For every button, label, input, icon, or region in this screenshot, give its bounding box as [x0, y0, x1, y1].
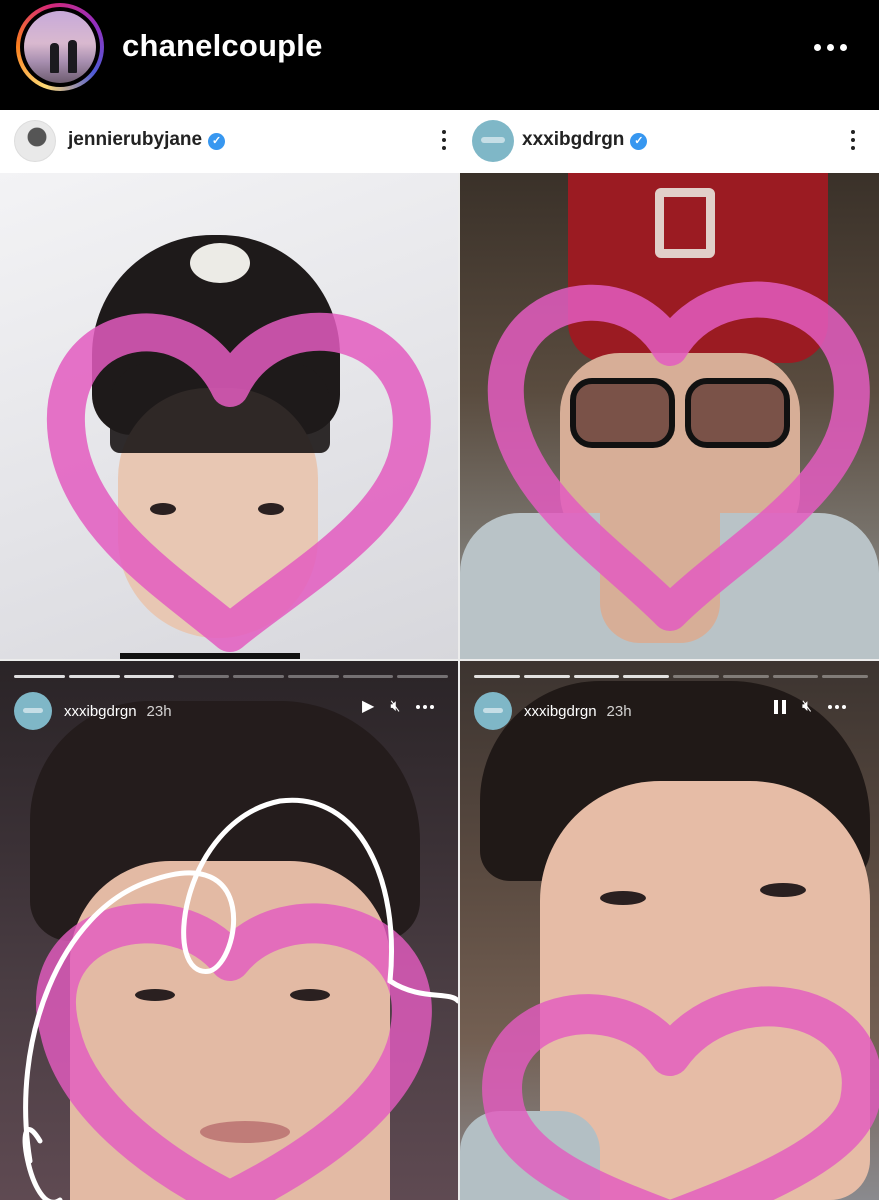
avatar[interactable]	[14, 692, 52, 730]
post-username[interactable]: jennierubyjane ✓	[68, 129, 226, 151]
story-frame-right[interactable]: xxxibgdrgn 23h 🔇︎	[460, 661, 879, 1200]
more-horizontal-icon[interactable]	[416, 705, 435, 709]
pause-icon[interactable]	[774, 700, 786, 714]
heart-doodle	[22, 797, 458, 1200]
profile-avatar	[24, 11, 96, 83]
avatar[interactable]	[474, 692, 512, 730]
more-vertical-icon[interactable]	[434, 124, 454, 156]
more-vertical-icon[interactable]	[843, 124, 863, 156]
story-controls: ▶ 🔇︎	[362, 697, 435, 717]
heart-doodle	[487, 281, 870, 631]
post-photo-jennie[interactable]	[0, 173, 458, 659]
post-username[interactable]: xxxibgdrgn ✓	[522, 129, 648, 151]
story-username[interactable]: xxxibgdrgn	[524, 703, 597, 720]
story-progress	[474, 675, 868, 679]
post-username-text[interactable]: xxxibgdrgn	[522, 129, 624, 150]
heart-doodle	[482, 986, 879, 1200]
profile-header: chanelcouple	[0, 0, 879, 110]
post-photo-gdragon[interactable]	[460, 173, 879, 659]
story-frame-left[interactable]: xxxibgdrgn 23h ▶ 🔇︎	[0, 661, 458, 1200]
story-ring[interactable]	[16, 3, 104, 91]
story-controls: 🔇︎	[774, 697, 847, 717]
verified-badge-icon: ✓	[208, 133, 226, 150]
play-icon[interactable]: ▶	[362, 697, 374, 717]
post-header-gdragon: xxxibgdrgn ✓	[458, 110, 879, 173]
post-header-jennie: jennierubyjane ✓	[0, 110, 458, 173]
avatar[interactable]	[472, 120, 514, 162]
mute-icon[interactable]: 🔇︎	[390, 697, 400, 717]
story-progress	[14, 675, 448, 679]
post-username-text[interactable]: jennierubyjane	[68, 129, 202, 150]
story-timestamp: 23h	[146, 702, 172, 720]
story-username[interactable]: xxxibgdrgn	[64, 703, 137, 720]
avatar[interactable]	[14, 120, 56, 162]
story-user[interactable]: xxxibgdrgn 23h	[474, 691, 632, 731]
profile-username[interactable]: chanelcouple	[122, 28, 323, 64]
more-horizontal-icon[interactable]	[800, 30, 860, 64]
verified-badge-icon: ✓	[630, 133, 648, 150]
heart-doodle	[46, 312, 431, 652]
screenshot-collage: jennierubyjane ✓ xxxibgdrgn ✓ xxxibgdrgn…	[0, 110, 879, 1200]
story-user[interactable]: xxxibgdrgn 23h	[14, 691, 172, 731]
mute-icon[interactable]: 🔇︎	[802, 697, 812, 717]
story-timestamp: 23h	[606, 702, 632, 720]
more-horizontal-icon[interactable]	[828, 705, 847, 709]
